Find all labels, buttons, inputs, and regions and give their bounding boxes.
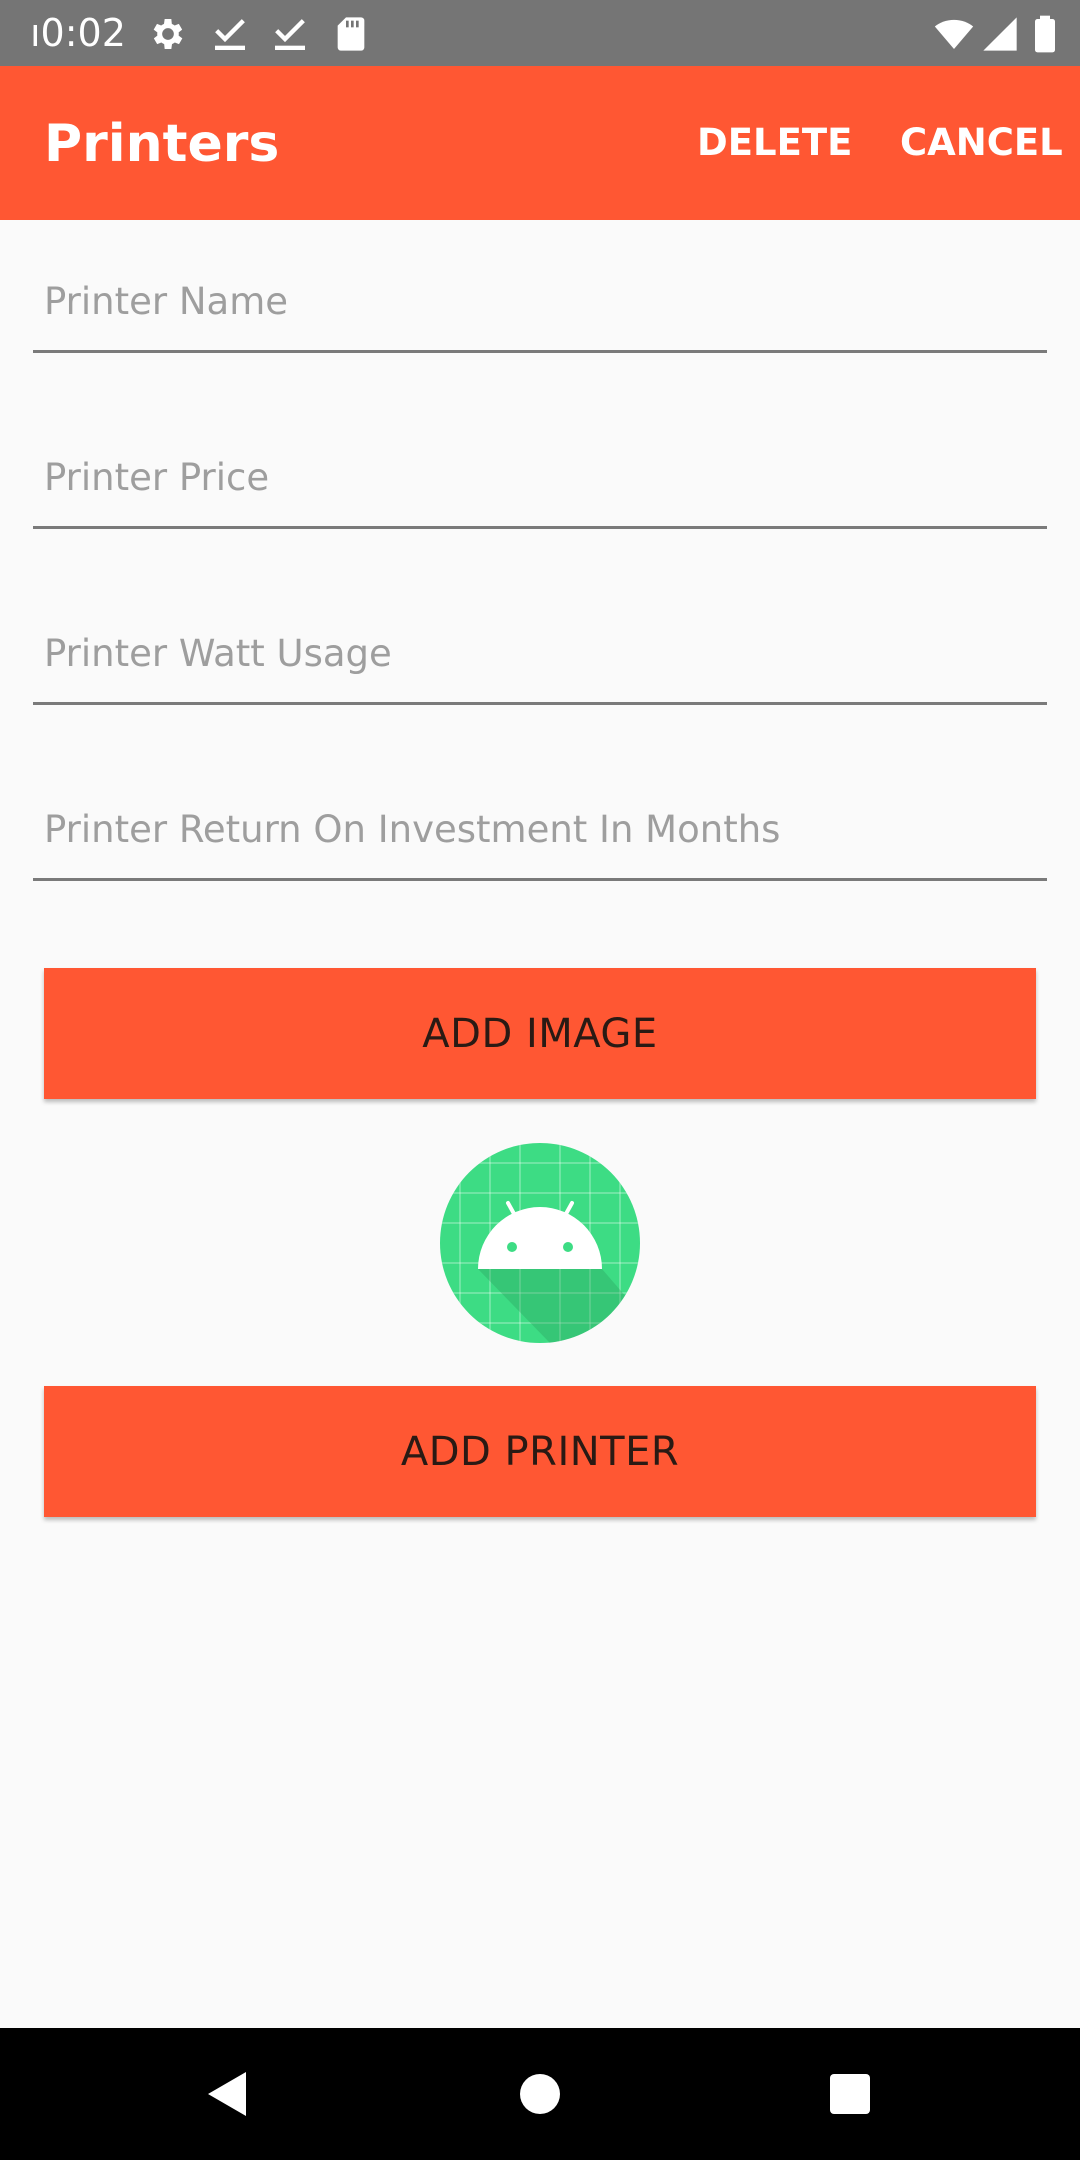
battery-icon xyxy=(1030,14,1060,54)
android-icon xyxy=(440,1143,640,1343)
printer-roi-underline xyxy=(33,878,1047,881)
gear-icon xyxy=(148,14,188,54)
back-icon[interactable] xyxy=(200,2064,260,2124)
recents-icon[interactable] xyxy=(820,2064,880,2124)
download-check-icon xyxy=(210,14,250,54)
printer-name-input[interactable] xyxy=(33,253,1047,349)
status-bar: ı0:02 xyxy=(0,0,1080,66)
printer-roi-field-container xyxy=(33,781,1047,881)
printer-price-input[interactable] xyxy=(33,429,1047,525)
sd-card-icon xyxy=(331,14,371,54)
printer-name-underline xyxy=(33,350,1047,353)
cancel-button[interactable]: CANCEL xyxy=(900,120,1063,166)
printer-watt-field-container xyxy=(33,605,1047,705)
add-image-button[interactable]: ADD IMAGE xyxy=(44,968,1036,1099)
page-title: Printers xyxy=(44,114,280,174)
printer-watt-underline xyxy=(33,702,1047,705)
delete-button[interactable]: DELETE xyxy=(697,120,852,166)
printer-price-underline xyxy=(33,526,1047,529)
home-icon[interactable] xyxy=(510,2064,570,2124)
printer-price-field-container xyxy=(33,429,1047,529)
navigation-bar xyxy=(0,2028,1080,2160)
add-printer-label: ADD PRINTER xyxy=(400,1428,680,1475)
printer-image-preview xyxy=(440,1143,640,1343)
wifi-icon xyxy=(934,14,974,54)
printer-name-field-container xyxy=(33,253,1047,353)
printer-watt-usage-input[interactable] xyxy=(33,605,1047,701)
cell-signal-icon xyxy=(980,14,1020,54)
download-check-icon xyxy=(270,14,310,54)
add-printer-button[interactable]: ADD PRINTER xyxy=(44,1386,1036,1517)
status-time: ı0:02 xyxy=(30,11,126,55)
app-bar: Printers DELETE CANCEL xyxy=(0,66,1080,220)
printer-roi-input[interactable] xyxy=(33,781,1047,877)
add-image-label: ADD IMAGE xyxy=(422,1010,658,1057)
